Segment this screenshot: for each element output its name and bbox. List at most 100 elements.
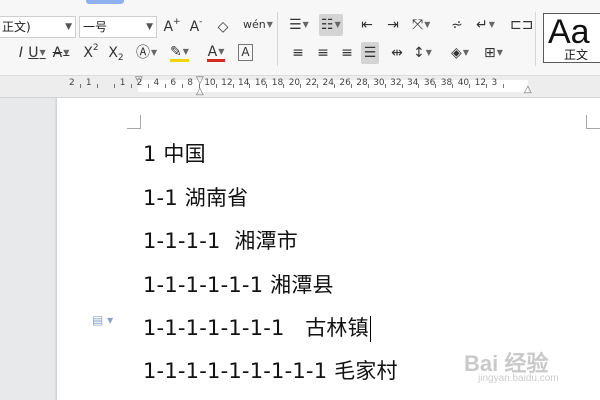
text-direction-button[interactable]: ⤧▼	[412, 14, 430, 36]
sort-button[interactable]: ⩫	[448, 14, 466, 36]
ruler-tick	[502, 84, 504, 88]
ruler-tick	[181, 84, 183, 88]
ruler-tick	[249, 84, 251, 88]
ruler-number: 6	[170, 78, 177, 88]
ruler-tick	[469, 84, 471, 88]
document-line-current[interactable]: 1-1-1-1-1-1-1 古林镇	[143, 312, 371, 342]
ruler-tick	[350, 84, 352, 88]
horizontal-ruler[interactable]: 2 1 1 2 4 6 8 10 12 14 16 18 20 22 24 26 28 30 32 34 36 38 40 1…	[0, 76, 600, 98]
align-left-button[interactable]: ≡	[289, 42, 307, 64]
align-center-icon: ≡	[317, 45, 329, 61]
char-border-icon: A	[241, 45, 250, 59]
ruler-number: 16	[254, 78, 267, 88]
ruler-number: 34	[407, 78, 419, 88]
document-line[interactable]: 1-1-1-1-1-1 湘潭县	[143, 269, 334, 299]
highlighter-icon: ✎	[170, 44, 182, 60]
chevron-down-icon: ▼	[425, 48, 432, 57]
underline-icon: U	[28, 45, 39, 61]
distributed-align-button[interactable]: ⇹	[388, 42, 406, 64]
font-name-value: 正文)	[2, 20, 31, 34]
ruler-icon: ⊏⊐	[510, 17, 534, 33]
ruler-tick	[148, 84, 150, 88]
document-line-text: 1-1-1-1-1-1-1 古林镇	[143, 316, 369, 340]
superscript-button[interactable]: X2	[82, 42, 100, 64]
shading-button[interactable]: ◈▼	[451, 42, 469, 64]
ruler-tick	[97, 84, 99, 88]
line-break-button[interactable]: ↵▼	[476, 14, 495, 36]
align-left-icon: ≡	[292, 45, 304, 61]
ruler-tick	[384, 84, 386, 88]
decrease-indent-button[interactable]: ⇤	[358, 14, 376, 36]
ruler-number: 22	[305, 78, 318, 88]
ruler-number: 12	[221, 78, 233, 88]
font-color-icon: A	[207, 44, 218, 60]
font-color-button[interactable]: A▼	[207, 42, 225, 62]
ruler-tick	[164, 84, 166, 88]
first-line-indent-marker[interactable]: ▽	[135, 76, 143, 86]
line-spacing-icon: ↕	[413, 45, 425, 61]
align-center-button[interactable]: ≡	[314, 42, 332, 64]
bullet-list-icon: ☰	[289, 17, 302, 33]
font-name-combo[interactable]: 正文) ▼	[0, 16, 76, 38]
left-indent-marker[interactable]: ▽	[196, 76, 204, 86]
chevron-down-icon: ▼	[334, 20, 341, 29]
shrink-font-icon: A-	[189, 17, 203, 35]
increase-indent-button[interactable]: ⇥	[384, 14, 402, 36]
clear-format-button[interactable]: ◇	[214, 16, 232, 38]
paint-bucket-icon: ◈	[451, 45, 462, 61]
superscript-icon: X2	[83, 43, 99, 61]
ruler-tick	[367, 84, 369, 88]
grow-font-icon: A+	[163, 17, 181, 35]
font-size-combo[interactable]: 一号 ▼	[79, 16, 157, 38]
pinyin-guide-button[interactable]: wén▼	[243, 14, 273, 36]
ruler-tick	[486, 84, 488, 88]
highlight-button[interactable]: ✎▼	[170, 42, 189, 62]
justify-button[interactable]: ☰	[361, 42, 379, 64]
ruler-number: 20	[288, 78, 301, 88]
ruler-number: 24	[322, 78, 334, 88]
active-tab-indicator	[86, 0, 124, 4]
chevron-down-icon: ▼	[462, 48, 469, 57]
subscript-button[interactable]: X2	[107, 42, 125, 64]
ruler-number: 26	[339, 78, 351, 88]
right-indent-marker[interactable]: △	[524, 85, 532, 95]
borders-button[interactable]: ⊞▼	[484, 42, 503, 64]
document-line[interactable]: 1-1-1-1 湘潭市	[143, 225, 298, 255]
ruler-number: 12	[474, 78, 487, 88]
style-preview-sample: Aa	[548, 13, 590, 51]
ruler-tick	[283, 84, 285, 88]
tab-stop-button[interactable]: ⊏⊐	[510, 14, 533, 36]
char-border-button[interactable]: A	[238, 44, 253, 61]
grow-font-button[interactable]: A+	[163, 16, 181, 38]
document-line[interactable]: 1-1-1-1-1-1-1-1-1 毛家村	[143, 355, 398, 385]
ruler-number: 10	[204, 78, 216, 88]
ruler-number: 2	[69, 78, 75, 88]
strikethrough-icon: A	[52, 45, 63, 61]
bullet-list-button[interactable]: ☰▼	[289, 14, 309, 36]
numbered-list-button[interactable]: ☷▼	[319, 14, 343, 36]
formatting-toolbar: 正文) ▼ 一号 ▼ A+ A- ◇ wén▼ I U▼ A▼ X2 X2 Ⓐ▼…	[0, 0, 600, 76]
chevron-down-icon: ▼	[39, 48, 46, 57]
line-spacing-button[interactable]: ↕▼	[413, 42, 432, 64]
style-preview-name: 正文	[564, 48, 589, 62]
style-preview-normal[interactable]: Aa 正文	[543, 13, 600, 63]
chevron-down-icon: ▼	[151, 48, 158, 57]
hanging-indent-marker[interactable]: △	[196, 87, 204, 97]
subscript-icon: X2	[108, 45, 124, 63]
strikethrough-button[interactable]: A▼	[52, 42, 70, 64]
pinyin-icon: wén	[243, 18, 266, 31]
indent-icon: ⇥	[387, 17, 399, 33]
ruler-number: 18	[271, 78, 284, 88]
document-line[interactable]: 1 中国	[143, 138, 206, 168]
ruler-number: 14	[238, 78, 250, 88]
text-direction-icon: ⤧	[412, 17, 424, 33]
shrink-font-button[interactable]: A-	[187, 16, 205, 38]
borders-icon: ⊞	[484, 45, 496, 61]
text-effect-button[interactable]: Ⓐ▼	[136, 42, 157, 64]
underline-button[interactable]: U▼	[28, 42, 46, 64]
ruler-tick	[232, 84, 234, 88]
paragraph-layout-icon[interactable]: ▤ ▾	[92, 314, 113, 326]
chevron-down-icon: ▼	[302, 20, 309, 29]
document-line[interactable]: 1-1 湖南省	[143, 182, 248, 212]
align-right-button[interactable]: ≡	[338, 42, 356, 64]
